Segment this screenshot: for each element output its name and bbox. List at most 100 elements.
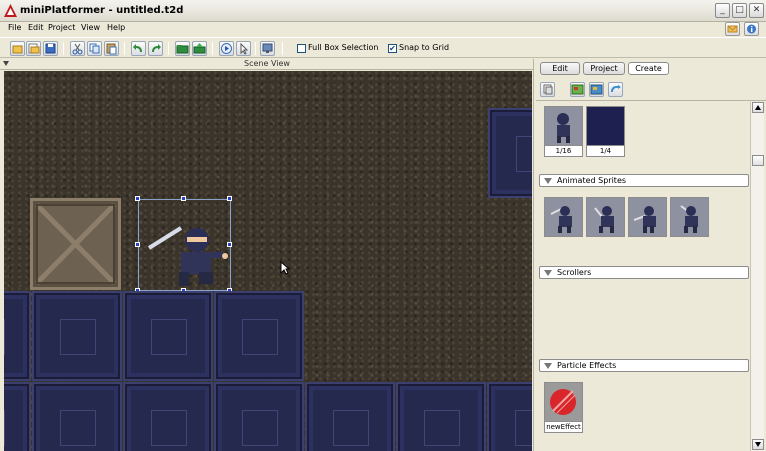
section-particle-effects[interactable]: Particle Effects: [539, 359, 749, 372]
static-sprite-thumbnail[interactable]: [544, 106, 583, 146]
scroll-thumb[interactable]: [752, 155, 764, 166]
mail-button[interactable]: [725, 22, 740, 36]
window-title: miniPlatformer - untitled.t2d: [20, 5, 184, 16]
open-button[interactable]: [26, 41, 41, 56]
ninja-thumb-icon: [557, 113, 570, 143]
play-icon: [221, 43, 232, 54]
new-button[interactable]: [10, 41, 25, 56]
copy-button[interactable]: [87, 41, 102, 56]
section-title: Particle Effects: [557, 361, 617, 370]
play-button[interactable]: [219, 41, 234, 56]
image-map-icon: [571, 84, 584, 95]
close-button[interactable]: ✕: [749, 3, 764, 18]
folder-up-icon: [193, 43, 206, 54]
undo-icon: [133, 44, 142, 52]
selection-box: [138, 199, 231, 291]
tile-block[interactable]: [488, 108, 532, 198]
collapse-arrow-icon: [544, 363, 552, 369]
monitor-icon: [262, 43, 273, 53]
resize-handle[interactable]: [135, 242, 140, 247]
tab-edit[interactable]: Edit: [540, 62, 580, 75]
resize-handle[interactable]: [227, 196, 232, 201]
resize-handle[interactable]: [135, 196, 140, 201]
info-icon: [747, 24, 756, 34]
full-box-selection-checkbox[interactable]: [297, 44, 306, 53]
collapse-arrow-icon: [544, 178, 552, 184]
paste-icon: [106, 43, 117, 55]
folder-add-button[interactable]: [175, 41, 190, 56]
layers-icon: [543, 84, 553, 95]
menu-view[interactable]: View: [81, 23, 100, 32]
tile-block[interactable]: [214, 291, 304, 381]
tile-block[interactable]: [487, 382, 532, 451]
animated-sprite-thumbnail[interactable]: [628, 197, 667, 237]
folder-add-icon: [176, 45, 189, 54]
snap-to-grid-label: Snap to Grid: [399, 43, 450, 52]
maximize-button[interactable]: □: [732, 3, 747, 18]
scroll-up-button[interactable]: [752, 102, 764, 113]
minimize-button[interactable]: _: [715, 3, 730, 18]
tile-block[interactable]: [4, 291, 31, 381]
library-refresh-button[interactable]: [608, 82, 623, 97]
mail-icon: [727, 25, 738, 33]
library-tilemap-button[interactable]: [589, 82, 604, 97]
animated-sprite-thumbnail[interactable]: [544, 197, 583, 237]
tab-project[interactable]: Project: [583, 62, 625, 75]
tile-block[interactable]: [123, 291, 213, 381]
copy-icon: [89, 43, 100, 54]
menu-file[interactable]: File: [8, 23, 21, 32]
ninja-thumb-icon: [594, 206, 614, 233]
cut-icon: [72, 43, 83, 55]
collapse-arrow-icon: [544, 270, 552, 276]
redo-button[interactable]: [148, 41, 163, 56]
static-sprite-thumbnail[interactable]: [586, 106, 625, 146]
animated-sprite-thumbnail[interactable]: [670, 197, 709, 237]
monitor-button[interactable]: [260, 41, 275, 56]
tile-block[interactable]: [305, 382, 395, 451]
toolbar-separator: [168, 42, 169, 55]
save-icon: [45, 43, 56, 54]
crate-sprite[interactable]: [30, 198, 121, 290]
arrow-up-icon: [755, 105, 761, 110]
arrow-down-icon: [755, 442, 761, 447]
menu-edit[interactable]: Edit: [28, 23, 44, 32]
new-icon: [12, 45, 23, 54]
select-tool-button[interactable]: [236, 41, 251, 56]
tab-create[interactable]: Create: [628, 62, 669, 75]
library-image-button[interactable]: [570, 82, 585, 97]
library-tool-button[interactable]: [540, 82, 555, 97]
ninja-thumb-icon: [680, 205, 698, 233]
thumbnail-caption: 1/4: [586, 146, 625, 157]
save-button[interactable]: [43, 41, 58, 56]
undo-button[interactable]: [131, 41, 146, 56]
particle-effect-thumbnail[interactable]: [544, 382, 583, 422]
tile-block[interactable]: [4, 382, 31, 451]
tile-block[interactable]: [32, 382, 122, 451]
scene-canvas[interactable]: [4, 71, 532, 451]
tile-block[interactable]: [396, 382, 486, 451]
section-scrollers[interactable]: Scrollers: [539, 266, 749, 279]
menu-bar: File Edit Project View Help: [0, 22, 766, 36]
tile-block[interactable]: [32, 291, 122, 381]
title-bar: miniPlatformer - untitled.t2d _ □ ✕: [0, 0, 766, 22]
resize-handle[interactable]: [181, 196, 186, 201]
tile-block[interactable]: [214, 382, 304, 451]
menu-project[interactable]: Project: [48, 23, 75, 32]
menu-help[interactable]: Help: [107, 23, 125, 32]
animated-sprite-thumbnail[interactable]: [586, 197, 625, 237]
cut-button[interactable]: [70, 41, 85, 56]
snap-to-grid-checkbox[interactable]: ✔: [388, 44, 397, 53]
paste-button[interactable]: [104, 41, 119, 56]
tilemap-icon: [590, 84, 603, 95]
ninja-thumb-icon: [550, 206, 572, 233]
info-button[interactable]: [744, 22, 759, 36]
section-title: Scrollers: [557, 268, 592, 277]
tile-block[interactable]: [123, 382, 213, 451]
scroll-down-button[interactable]: [752, 439, 764, 450]
section-animated-sprites[interactable]: Animated Sprites: [539, 174, 749, 187]
thumbnail-caption: newEffect: [544, 422, 583, 433]
library-scrollbar[interactable]: [750, 102, 764, 451]
resize-handle[interactable]: [227, 242, 232, 247]
folder-up-button[interactable]: [192, 41, 207, 56]
scene-view-title: Scene View: [244, 59, 290, 68]
